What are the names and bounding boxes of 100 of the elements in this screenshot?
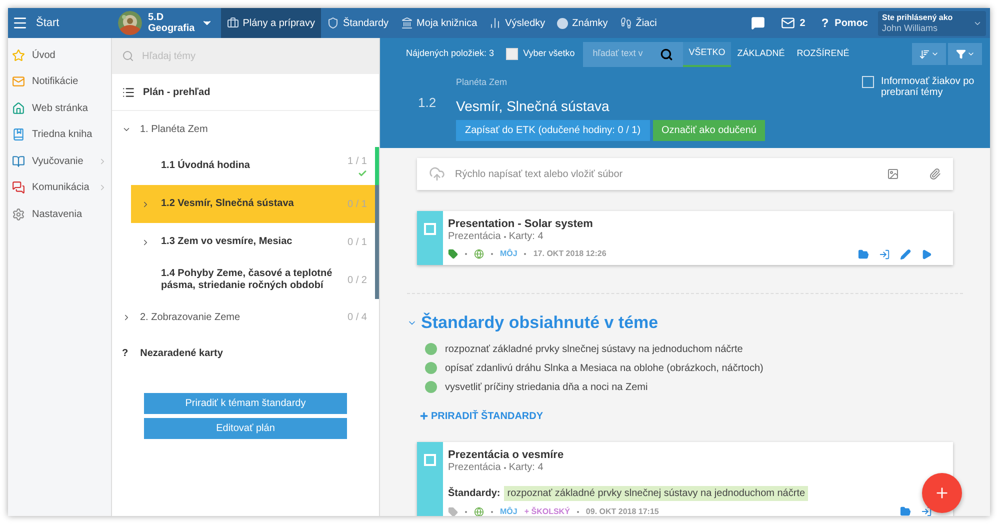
login-caption: Ste prihlásený ako: [882, 13, 954, 23]
lesson-title: 1.3 Zem vo vesmíre, Mesiac: [161, 236, 294, 248]
topic-label: 1. Planéta Zem: [140, 122, 209, 136]
plus-icon: [419, 411, 429, 421]
class-name[interactable]: 5.D: [148, 12, 195, 23]
lesson-count: 0 / 2: [348, 274, 367, 288]
envelope-icon: [12, 75, 25, 88]
card-title[interactable]: Prezentácia o vesmíre: [448, 448, 948, 462]
standard-tag: rozpoznať základné prvky slnečnej sústavy na jednoduchom náčrte: [504, 486, 808, 500]
lesson-title: 1.1 Úvodná hodina: [161, 160, 251, 172]
help-button[interactable]: ? Pomoc: [821, 14, 868, 32]
user-menu[interactable]: Ste prihlásený ako John Williams: [878, 10, 986, 36]
notify-label[interactable]: Informovať žiakov po prebraní témy: [881, 76, 982, 98]
filter-tab[interactable]: VŠETKO: [682, 42, 732, 66]
owner-label: MÔJ: [500, 248, 518, 260]
caret-icon: [931, 50, 939, 58]
select-all-label[interactable]: Vyber všetko: [523, 47, 575, 61]
nav-tab[interactable]: Výsledky: [483, 8, 552, 38]
filter-icon: [956, 49, 966, 59]
sidebar-item[interactable]: Triedna kniha: [8, 122, 111, 148]
plus-icon: [934, 484, 950, 500]
message-count: 2: [800, 16, 806, 30]
shield-icon: [326, 17, 339, 29]
topic-row[interactable]: 2. Zobrazovanie Zeme 0 / 4: [112, 299, 379, 335]
sidebar-label: Komunikácia: [32, 181, 90, 196]
check-icon: [358, 169, 367, 178]
pencil-icon[interactable]: [900, 248, 911, 260]
sort-button[interactable]: [912, 43, 946, 65]
lesson-item[interactable]: 1.2 Vesmír, Slnečná sústava 0 / 1: [131, 185, 379, 223]
card-checkbox[interactable]: [424, 454, 436, 466]
nav-tab[interactable]: Žiaci: [614, 8, 663, 38]
standards-heading: Štandardy obsiahnuté v téme: [421, 312, 658, 334]
card-date: 09. OKT 2018 17:15: [586, 506, 659, 516]
menu-icon: [12, 15, 28, 31]
parent-topic: Planéta Zem: [456, 76, 508, 89]
filter-tab[interactable]: ROZŠÍRENÉ: [790, 42, 856, 66]
play-icon[interactable]: [921, 248, 932, 260]
expand-icon[interactable]: [122, 312, 131, 322]
caret-icon: [966, 50, 974, 58]
notify-checkbox[interactable]: [862, 76, 874, 88]
sidebar-item[interactable]: Komunikácia: [8, 174, 111, 201]
folder-icon[interactable]: [858, 248, 869, 260]
overview-link[interactable]: Plán - prehľad: [143, 84, 210, 100]
house-icon: [12, 102, 25, 115]
settings-icon: [12, 208, 25, 221]
standards-label: Štandardy:: [448, 486, 500, 500]
search-icon[interactable]: [660, 48, 673, 60]
nav-tab[interactable]: Známky: [551, 8, 614, 38]
login-icon[interactable]: [921, 506, 932, 516]
mark-taught-button[interactable]: Označiť ako odučenú: [652, 120, 766, 140]
sidebar-item[interactable]: Notifikácie: [8, 68, 111, 95]
card-date: 17. OKT 2018 12:26: [533, 248, 606, 260]
unassigned-cards-link[interactable]: Nezaradené karty: [140, 346, 223, 360]
topic-title: Vesmír, Slnečná sústava: [456, 96, 610, 116]
standard-text: vysvetliť príčiny striedania dňa a noci na Zemi: [445, 380, 648, 394]
sidebar-item[interactable]: Nastavenia: [8, 201, 111, 228]
assign-standards-link[interactable]: PRIRADIŤ ŠTANDARDY: [419, 408, 544, 424]
lesson-count: 0 / 1: [348, 198, 367, 212]
lesson-count: 0 / 1: [348, 236, 367, 250]
card-checkbox[interactable]: [424, 223, 436, 235]
expand-icon[interactable]: [141, 238, 150, 246]
list-icon: [122, 86, 135, 98]
card-count: Karty: 4: [508, 231, 544, 243]
sidebar-item[interactable]: Úvod: [8, 42, 111, 68]
chevron-icon: [98, 183, 107, 192]
login-icon[interactable]: [879, 248, 890, 260]
quick-input-field[interactable]: Rýchlo napísať text alebo vložiť súbor: [417, 158, 953, 190]
image-icon[interactable]: [887, 168, 899, 180]
write-etk-button[interactable]: Zapísať do ETK (odučené hodiny: 0 / 1): [456, 120, 650, 140]
card-title[interactable]: Presentation - Solar system: [448, 218, 948, 231]
checkbox[interactable]: [506, 48, 518, 60]
expand-icon[interactable]: [141, 200, 150, 208]
sidebar-label: Web stránka: [32, 102, 89, 116]
nav-tab[interactable]: Štandardy: [320, 8, 395, 38]
paperclip-icon[interactable]: [929, 168, 941, 180]
plan-button[interactable]: Priradiť k témam štandardy: [144, 393, 347, 414]
chat-icon[interactable]: [750, 16, 765, 30]
star-icon: [12, 48, 25, 62]
unassigned-mark: ?: [122, 346, 128, 360]
plan-button[interactable]: Editovať plán: [144, 418, 347, 439]
cloud-upload-icon: [429, 166, 445, 182]
tag-icon[interactable]: [448, 249, 458, 259]
mail-icon[interactable]: [780, 16, 795, 30]
nav-tab[interactable]: Plány a prípravy: [220, 8, 321, 38]
filter-button[interactable]: [948, 43, 982, 65]
tag-icon[interactable]: [448, 506, 458, 516]
sidebar-label: Vyučovanie: [32, 154, 84, 169]
nav-tab[interactable]: Moja knižnica: [394, 8, 484, 38]
bar-chart-icon: [489, 17, 502, 29]
sidebar-item[interactable]: Vyučovanie: [8, 148, 111, 174]
card-count: Karty: 4: [508, 462, 544, 474]
folder-icon[interactable]: [900, 506, 911, 516]
sidebar-item[interactable]: Web stránka: [8, 95, 111, 122]
topic-row[interactable]: 1. Planéta Zem: [112, 111, 379, 147]
user-name: John Williams: [882, 23, 939, 33]
filter-tab[interactable]: ZÁKLADNÉ: [731, 42, 791, 66]
subject-name[interactable]: Geografia: [148, 23, 195, 34]
sidebar-label: Notifikácie: [32, 75, 80, 90]
building-icon: [400, 17, 413, 29]
start-button[interactable]: Štart: [8, 8, 112, 38]
